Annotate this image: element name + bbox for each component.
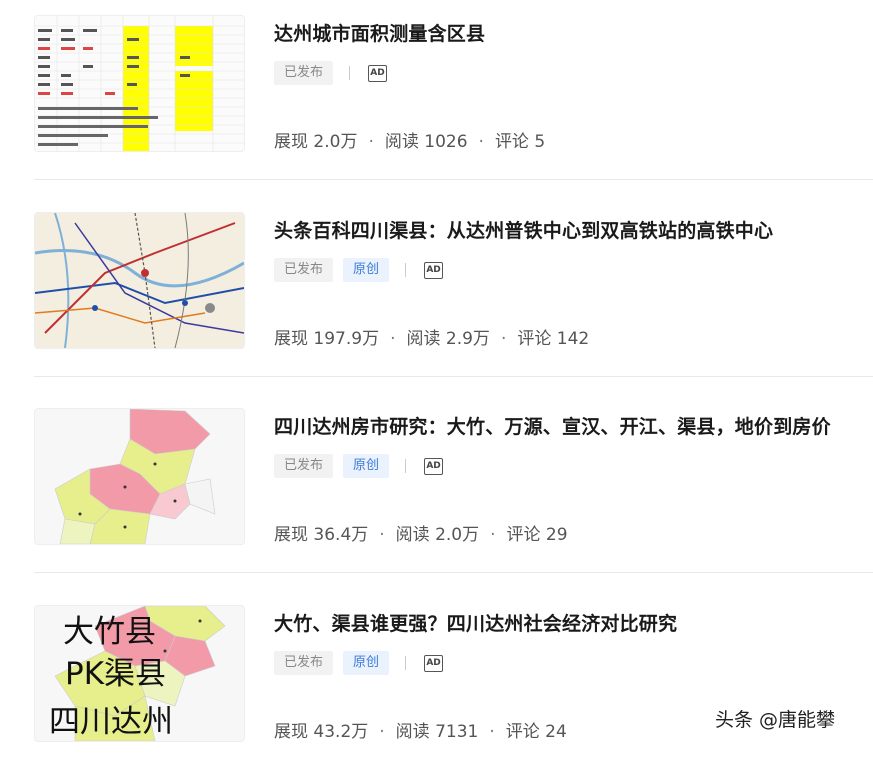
separator-dot: · bbox=[490, 525, 496, 545]
article-thumbnail-spreadsheet[interactable] bbox=[34, 15, 245, 152]
article-stats: 展现 2.0万 · 阅读 1026 · 评论 5 bbox=[274, 127, 545, 152]
item-separator bbox=[34, 376, 873, 377]
article-thumbnail-pk-map[interactable]: 大竹县 PK渠县 四川达州 bbox=[34, 605, 245, 742]
article-title[interactable]: 达州城市面积测量含区县 bbox=[274, 19, 864, 46]
separator-dot: · bbox=[489, 722, 495, 742]
article-title[interactable]: 头条百科四川渠县：从达州普铁中心到双高铁站的高铁中心 bbox=[274, 216, 864, 243]
published-tag: 已发布 bbox=[274, 258, 334, 282]
article-title[interactable]: 大竹、渠县谁更强？四川达州社会经济对比研究 bbox=[274, 609, 864, 636]
comments-count[interactable]: 评论 142 bbox=[517, 329, 589, 349]
reads-count: 阅读 2.0万 bbox=[395, 525, 480, 545]
impressions-count: 展现 43.2万 bbox=[274, 722, 369, 742]
separator-dot: · bbox=[500, 329, 507, 349]
article-item[interactable]: 达州城市面积测量含区县 已发布 AD 展现 2.0万 · 阅读 1026 · 评论 5 bbox=[34, 15, 873, 180]
published-tag: 已发布 bbox=[274, 61, 334, 85]
thumb-text-sichuan-dazhou: 四川达州 bbox=[49, 704, 173, 740]
original-tag: 原创 bbox=[343, 454, 390, 478]
reads-count: 阅读 2.9万 bbox=[406, 329, 490, 349]
comments-count[interactable]: 评论 29 bbox=[507, 525, 568, 545]
ad-icon[interactable]: AD bbox=[424, 654, 444, 672]
article-item[interactable]: 头条百科四川渠县：从达州普铁中心到双高铁站的高铁中心 已发布 原创 AD 展现 … bbox=[34, 212, 873, 377]
ad-icon[interactable]: AD bbox=[368, 64, 388, 82]
article-stats: 展现 43.2万 · 阅读 7131 · 评论 24 bbox=[274, 717, 567, 742]
tag-divider bbox=[405, 656, 407, 670]
original-tag: 原创 bbox=[343, 651, 390, 675]
reads-count: 阅读 1026 bbox=[384, 132, 468, 152]
thumb-text-pk-quxian: PK渠县 bbox=[65, 656, 166, 692]
comments-count[interactable]: 评论 24 bbox=[506, 722, 567, 742]
ad-icon[interactable]: AD bbox=[424, 261, 444, 279]
tag-divider bbox=[349, 66, 351, 80]
article-item[interactable]: 四川达州房市研究：大竹、万源、宣汉、开江、渠县，地价到房价 已发布 原创 AD … bbox=[34, 408, 873, 573]
article-tags: 已发布 原创 AD bbox=[274, 454, 444, 478]
separator-dot: · bbox=[379, 722, 385, 742]
published-tag: 已发布 bbox=[274, 651, 334, 675]
published-tag: 已发布 bbox=[274, 454, 334, 478]
thumb-text-dazhu: 大竹县 bbox=[63, 614, 156, 650]
ad-icon[interactable]: AD bbox=[424, 457, 444, 475]
article-tags: 已发布 原创 AD bbox=[274, 651, 444, 675]
article-item[interactable]: 大竹县 PK渠县 四川达州 大竹、渠县谁更强？四川达州社会经济对比研究 已发布 … bbox=[34, 605, 873, 770]
article-thumbnail-railway-map[interactable] bbox=[34, 212, 245, 349]
reads-count: 阅读 7131 bbox=[395, 722, 479, 742]
impressions-count: 展现 36.4万 bbox=[274, 525, 369, 545]
impressions-count: 展现 197.9万 bbox=[274, 329, 380, 349]
original-tag: 原创 bbox=[343, 258, 390, 282]
separator-dot: · bbox=[478, 132, 484, 152]
separator-dot: · bbox=[368, 132, 374, 152]
author-watermark: 头条 @唐能攀 bbox=[715, 709, 836, 731]
comments-count[interactable]: 评论 5 bbox=[495, 132, 545, 152]
article-stats: 展现 197.9万 · 阅读 2.9万 · 评论 142 bbox=[274, 324, 589, 349]
article-tags: 已发布 原创 AD bbox=[274, 258, 444, 282]
item-separator bbox=[34, 179, 873, 180]
article-title[interactable]: 四川达州房市研究：大竹、万源、宣汉、开江、渠县，地价到房价 bbox=[274, 412, 864, 439]
article-thumbnail-district-map[interactable] bbox=[34, 408, 245, 545]
article-tags: 已发布 AD bbox=[274, 61, 388, 85]
tag-divider bbox=[405, 263, 407, 277]
separator-dot: · bbox=[390, 329, 396, 349]
impressions-count: 展现 2.0万 bbox=[274, 132, 358, 152]
article-stats: 展现 36.4万 · 阅读 2.0万 · 评论 29 bbox=[274, 520, 568, 545]
separator-dot: · bbox=[379, 525, 385, 545]
item-separator bbox=[34, 572, 873, 573]
tag-divider bbox=[405, 459, 407, 473]
